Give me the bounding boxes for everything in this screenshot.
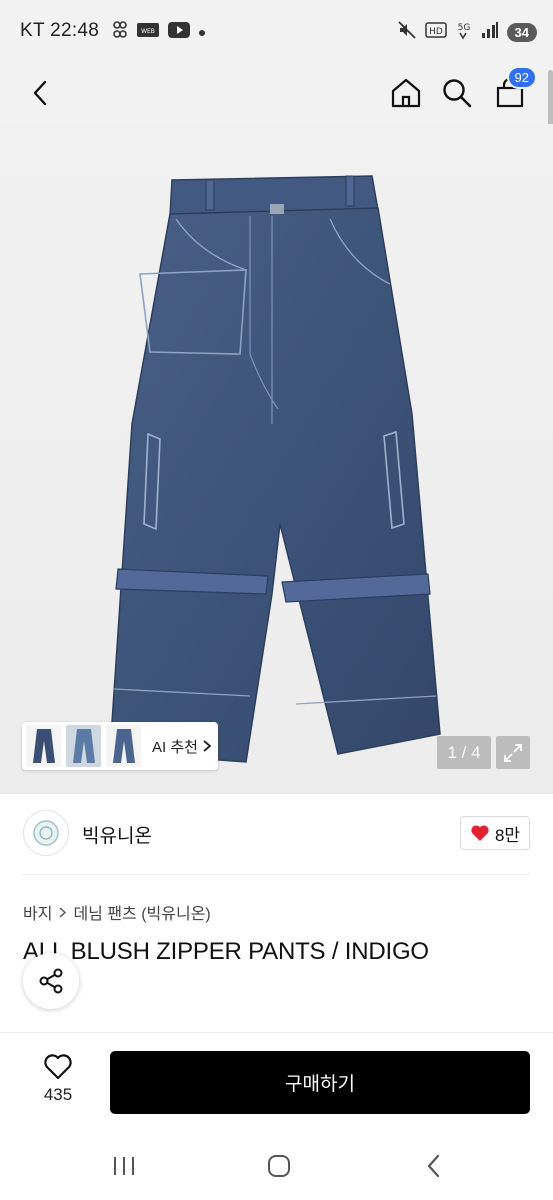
wish-count: 435	[43, 1085, 73, 1104]
network-5g-icon: 5G	[455, 20, 473, 45]
breadcrumb-item-subcategory[interactable]: 데님 팬츠 (빅유니온)	[73, 900, 210, 924]
svg-text:HD: HD	[429, 27, 443, 37]
brand-logo-icon	[33, 820, 59, 846]
status-system-icons: HD 5G 34	[397, 20, 537, 45]
home-circle-icon	[268, 1155, 290, 1177]
brand-like-count: 8만	[494, 825, 521, 845]
brand-logo[interactable]	[23, 810, 69, 856]
home-icon	[391, 78, 421, 108]
expand-icon	[504, 743, 522, 762]
svg-text:5G: 5G	[457, 23, 470, 33]
home-nav-button[interactable]	[259, 1150, 299, 1182]
app-notification-icon	[112, 20, 128, 45]
divider	[23, 874, 530, 875]
ai-recommend-label: AI 추천	[152, 738, 198, 756]
system-nav-bar	[0, 1132, 553, 1200]
ai-recommend-button[interactable]: AI 추천	[152, 736, 212, 757]
product-image[interactable]	[0, 124, 553, 794]
hd-icon: HD	[424, 21, 447, 44]
thumbnail-pants-icon	[112, 729, 135, 763]
signal-icon	[481, 21, 499, 44]
thumbnail-2[interactable]	[66, 725, 101, 767]
status-bar: KT 22:48 WEB HD 5G 34	[0, 0, 553, 62]
back-nav-button[interactable]	[414, 1150, 454, 1182]
cart-count-badge: 92	[506, 66, 537, 89]
youtube-icon	[168, 22, 190, 43]
svg-text:WEB: WEB	[141, 28, 155, 35]
thumbnail-pants-icon	[72, 729, 95, 763]
thumbnail-3[interactable]	[106, 725, 141, 767]
status-notification-icons: WEB	[112, 20, 206, 45]
breadcrumb-item-category[interactable]: 바지	[23, 900, 52, 924]
recent-apps-icon	[114, 1157, 134, 1175]
back-nav-icon	[427, 1154, 440, 1178]
heart-filled-icon	[471, 825, 489, 841]
mute-icon	[397, 20, 417, 45]
expand-image-button[interactable]	[496, 736, 530, 769]
chevron-right-icon	[59, 906, 67, 918]
status-carrier-time: KT 22:48	[20, 20, 100, 41]
scrollbar[interactable]	[548, 70, 553, 132]
heart-outline-icon	[44, 1054, 72, 1080]
webtoon-icon: WEB	[136, 21, 160, 44]
chevron-right-icon	[203, 740, 212, 752]
share-icon	[39, 968, 63, 994]
thumbnail-pants-icon	[32, 729, 55, 763]
battery-indicator: 34	[506, 23, 537, 42]
thumbnail-strip: AI 추천	[22, 722, 218, 770]
cart-button[interactable]: 92	[489, 66, 537, 114]
search-icon	[443, 79, 472, 108]
denim-pants-image	[109, 175, 441, 763]
search-button[interactable]	[436, 72, 478, 114]
brand-like-button[interactable]: 8만	[460, 816, 530, 850]
home-button[interactable]	[385, 72, 427, 114]
buy-bar: 435 구매하기	[0, 1032, 553, 1132]
dot-icon	[198, 24, 206, 42]
brand-name[interactable]: 빅유니온	[82, 821, 152, 848]
thumbnail-1[interactable]	[26, 725, 61, 767]
app-header: 92	[0, 62, 553, 124]
product-title: ALL BLUSH ZIPPER PANTS / INDIGO	[23, 938, 429, 965]
brand-row: 빅유니온 8만	[0, 794, 553, 876]
chevron-left-icon	[33, 80, 47, 106]
image-counter: 1 / 4	[437, 736, 491, 769]
recent-apps-button[interactable]	[104, 1150, 144, 1182]
buy-button[interactable]: 구매하기	[110, 1051, 530, 1114]
share-button[interactable]	[23, 953, 79, 1009]
wish-button[interactable]: 435	[30, 1053, 86, 1113]
breadcrumb: 바지 데님 팬츠 (빅유니온)	[23, 900, 211, 924]
back-button[interactable]	[20, 72, 62, 114]
